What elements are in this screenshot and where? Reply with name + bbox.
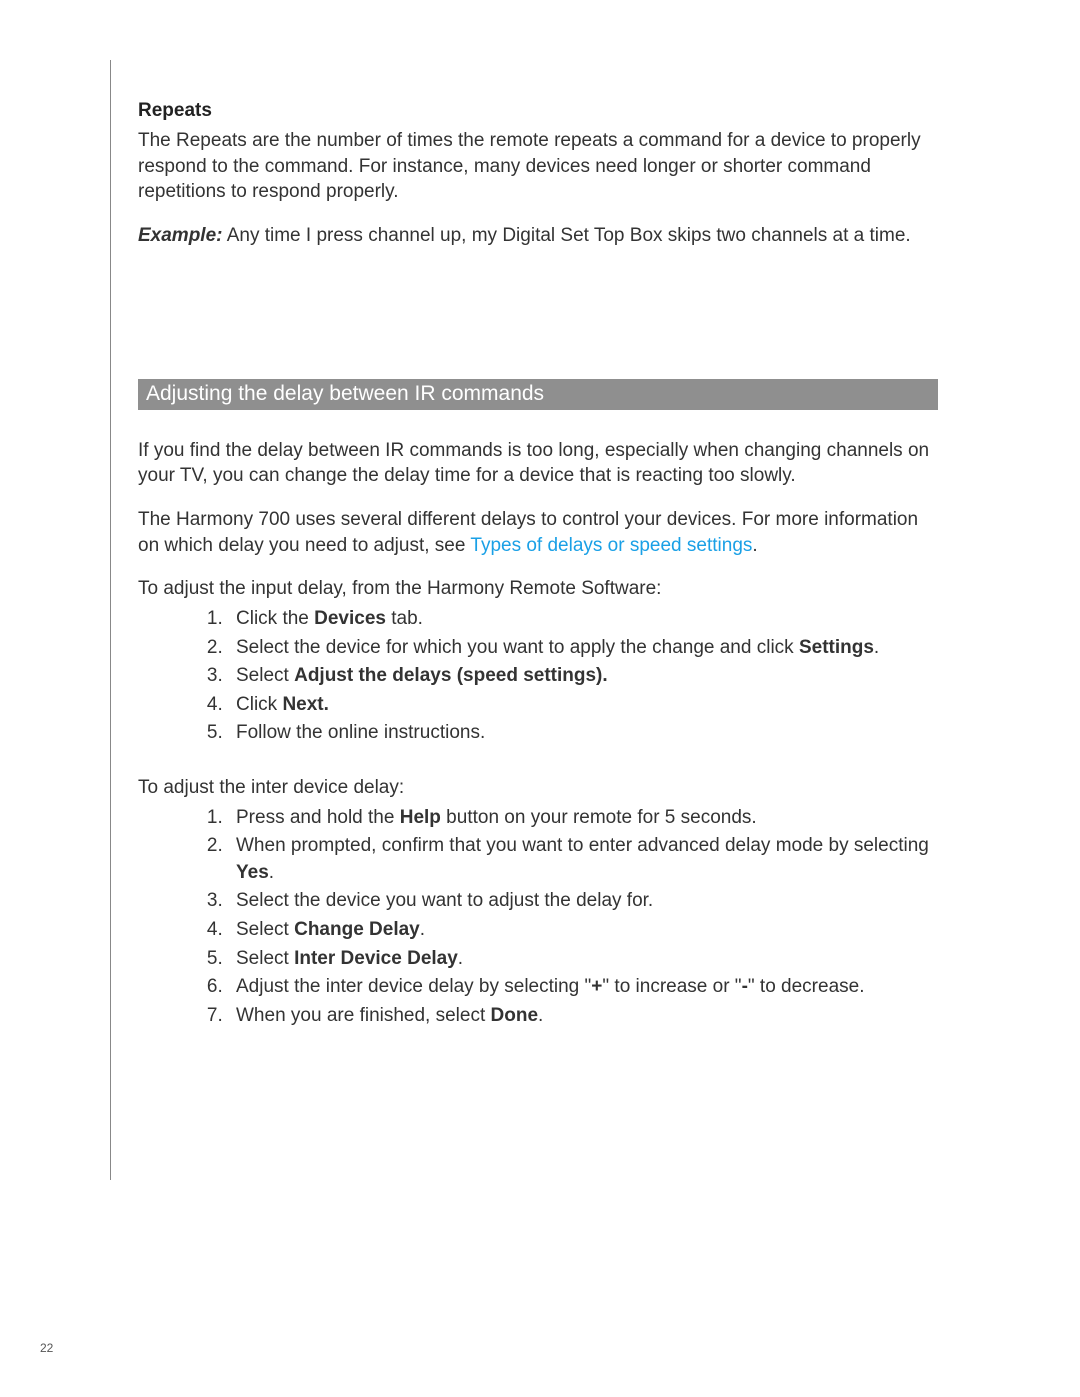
step-bold: Settings xyxy=(799,637,874,658)
step-text: " to decrease. xyxy=(748,976,865,997)
step-bold: Devices xyxy=(314,608,386,629)
input-delay-steps: Click the Devices tab. Select the device… xyxy=(228,606,940,747)
list-item: Select the device for which you want to … xyxy=(228,635,940,662)
page-content: Repeats The Repeats are the number of ti… xyxy=(110,60,940,1057)
step-text: Press and hold the xyxy=(236,807,400,828)
example-text: Any time I press channel up, my Digital … xyxy=(222,225,910,246)
step-bold: Change Delay xyxy=(294,919,420,940)
step-bold: Inter Device Delay xyxy=(294,948,458,969)
step-text: . xyxy=(269,862,274,883)
step-text: Click the xyxy=(236,608,314,629)
repeats-heading: Repeats xyxy=(138,100,940,122)
step-bold: Done xyxy=(491,1005,539,1026)
list-item: Select the device you want to adjust the… xyxy=(228,888,940,915)
step-bold: Help xyxy=(400,807,441,828)
step-bold: Next. xyxy=(282,694,328,715)
repeats-example: Example: Any time I press channel up, my… xyxy=(138,223,940,249)
list-item: Press and hold the Help button on your r… xyxy=(228,805,940,832)
step-text: . xyxy=(420,919,425,940)
step-bold: Yes xyxy=(236,862,269,883)
step-bold: Adjust the delays (speed settings). xyxy=(294,665,608,686)
types-of-delays-link[interactable]: Types of delays or speed settings xyxy=(470,535,752,556)
step-text: " to increase or " xyxy=(602,976,741,997)
step-text: tab. xyxy=(386,608,423,629)
inter-delay-intro: To adjust the inter device delay: xyxy=(138,775,940,801)
list-item: Follow the online instructions. xyxy=(228,720,940,747)
inter-delay-steps: Press and hold the Help button on your r… xyxy=(228,805,940,1030)
step-text: When you are finished, select xyxy=(236,1005,491,1026)
input-delay-intro: To adjust the input delay, from the Harm… xyxy=(138,576,940,602)
repeats-paragraph: The Repeats are the number of times the … xyxy=(138,128,940,205)
list-item: Select Inter Device Delay. xyxy=(228,946,940,973)
section-para-2: The Harmony 700 uses several different d… xyxy=(138,507,940,558)
step-text: Adjust the inter device delay by selecti… xyxy=(236,976,591,997)
page-number: 22 xyxy=(40,1341,53,1355)
step-text: Click xyxy=(236,694,282,715)
step-text: When prompted, confirm that you want to … xyxy=(236,835,929,856)
list-item: When prompted, confirm that you want to … xyxy=(228,833,940,886)
list-item: Click the Devices tab. xyxy=(228,606,940,633)
step-bold: + xyxy=(591,976,602,997)
step-text: button on your remote for 5 seconds. xyxy=(441,807,757,828)
step-text: Select xyxy=(236,665,294,686)
step-text: . xyxy=(874,637,879,658)
step-text: . xyxy=(458,948,463,969)
step-text: Select the device for which you want to … xyxy=(236,637,799,658)
list-item: Select Adjust the delays (speed settings… xyxy=(228,663,940,690)
step-text: . xyxy=(538,1005,543,1026)
para2-post: . xyxy=(752,535,757,556)
section-para-1: If you find the delay between IR command… xyxy=(138,438,940,489)
section-heading-bar: Adjusting the delay between IR commands xyxy=(138,379,938,410)
list-item: Click Next. xyxy=(228,692,940,719)
list-item: When you are finished, select Done. xyxy=(228,1003,940,1030)
list-item: Select Change Delay. xyxy=(228,917,940,944)
example-label: Example: xyxy=(138,225,222,246)
step-text: Select xyxy=(236,919,294,940)
step-text: Select xyxy=(236,948,294,969)
list-item: Adjust the inter device delay by selecti… xyxy=(228,974,940,1001)
